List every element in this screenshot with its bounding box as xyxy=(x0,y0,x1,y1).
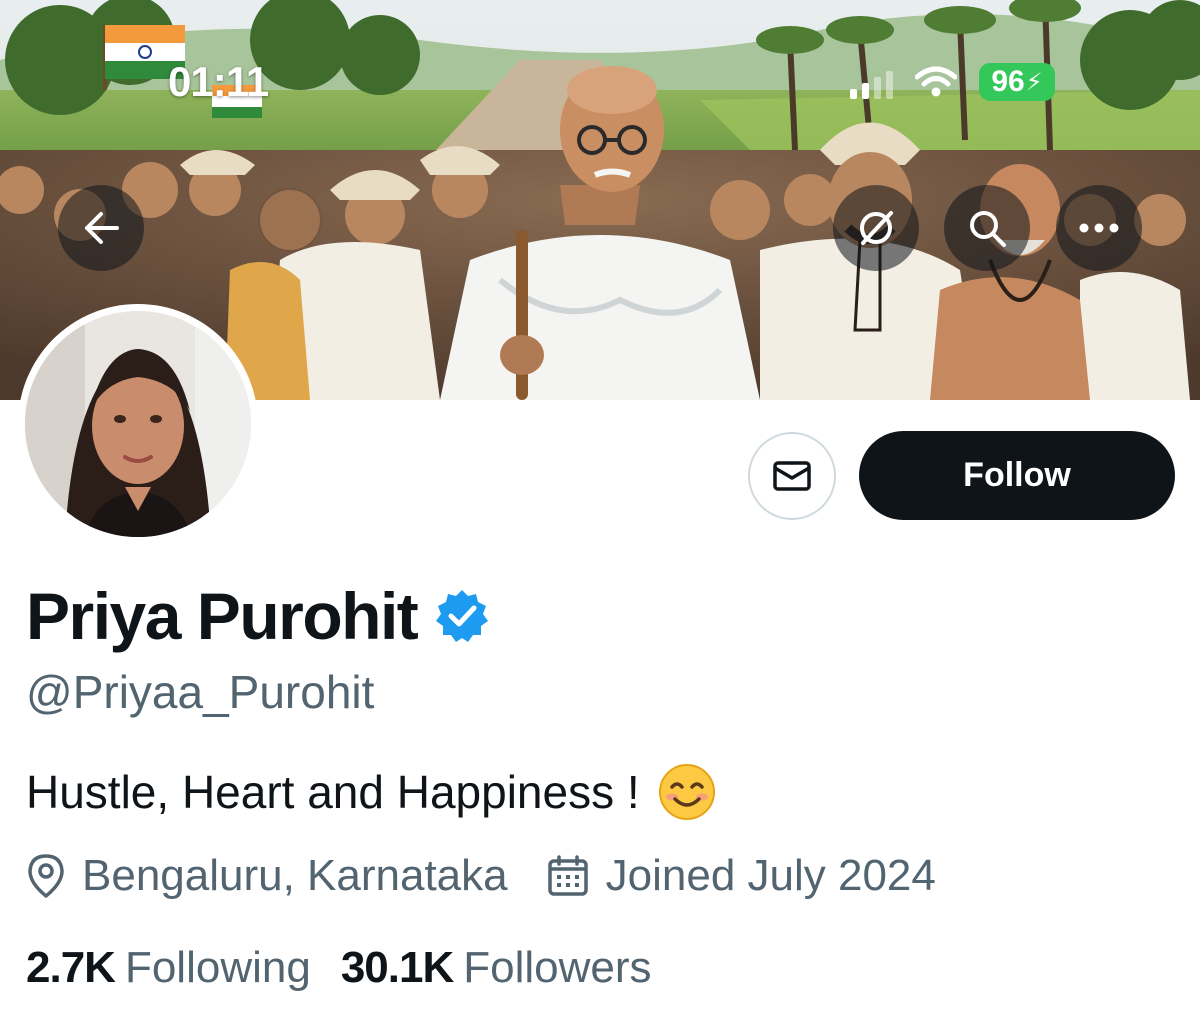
arrow-left-icon xyxy=(85,212,119,244)
message-button[interactable] xyxy=(748,432,836,520)
wifi-icon xyxy=(915,66,957,97)
bio-text: Hustle, Heart and Happiness ! xyxy=(26,766,640,818)
profile-bio: Hustle, Heart and Happiness ! xyxy=(26,762,716,822)
following-count: 2.7K xyxy=(26,943,116,992)
profile-handle: @Priyaa_Purohit xyxy=(26,666,375,718)
grok-icon xyxy=(860,211,893,245)
following-label: Following xyxy=(124,943,311,992)
verified-badge-icon[interactable] xyxy=(433,587,491,645)
following-link[interactable]: 2.7K Following xyxy=(26,940,311,996)
followers-link[interactable]: 30.1K Followers xyxy=(341,940,652,996)
search-icon xyxy=(970,211,1006,247)
joined-text: Joined July 2024 xyxy=(605,851,936,900)
profile-meta: Bengaluru, Karnataka Joined July 2024 xyxy=(26,848,936,904)
envelope-icon xyxy=(773,461,811,491)
battery-icon: 96 ⚡ xyxy=(979,63,1055,101)
grok-button[interactable] xyxy=(833,185,919,271)
battery-level: 96 xyxy=(991,65,1025,98)
smiling-face-icon xyxy=(658,764,715,820)
profile-avatar[interactable] xyxy=(18,304,258,544)
location-pin-icon xyxy=(28,854,64,898)
followers-label: Followers xyxy=(463,943,652,992)
back-button[interactable] xyxy=(58,185,144,271)
search-button[interactable] xyxy=(944,185,1030,271)
location-item: Bengaluru, Karnataka xyxy=(26,848,508,904)
avatar-photo xyxy=(25,311,251,537)
charging-bolt-icon: ⚡ xyxy=(1025,68,1043,96)
display-name: Priya Purohit xyxy=(26,579,419,653)
joined-item: Joined July 2024 xyxy=(546,848,936,904)
status-time: 01:11 xyxy=(168,58,269,105)
status-icons: 96 ⚡ xyxy=(850,62,1055,102)
more-horizontal-icon xyxy=(1079,223,1119,233)
more-button[interactable] xyxy=(1056,185,1142,271)
follow-button[interactable]: Follow xyxy=(859,431,1175,520)
cellular-signal-icon xyxy=(850,65,893,99)
location-text: Bengaluru, Karnataka xyxy=(82,851,508,900)
name-row: Priya Purohit xyxy=(26,578,491,654)
calendar-icon xyxy=(547,855,588,896)
follow-stats: 2.7K Following 30.1K Followers xyxy=(26,940,652,996)
followers-count: 30.1K xyxy=(340,943,454,992)
